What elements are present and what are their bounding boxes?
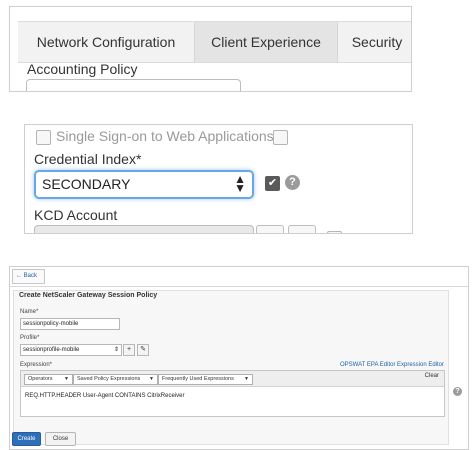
divider [10, 286, 468, 287]
kcd-edit-button[interactable] [288, 225, 316, 233]
tab-security[interactable]: Security [336, 22, 411, 62]
kcd-account-label: KCD Account [34, 207, 118, 223]
operators-dropdown[interactable]: Operators ▼ [24, 374, 73, 385]
sso-override-checkbox[interactable] [273, 130, 288, 145]
sso-checkbox[interactable] [36, 130, 51, 145]
tab-network-configuration[interactable]: Network Configuration [18, 22, 194, 62]
name-input[interactable]: sessionpolicy-mobile [20, 318, 120, 330]
saved-expressions-label: Saved Policy Expressions [77, 376, 141, 382]
help-icon[interactable]: ? [285, 175, 300, 190]
section-title: Create NetScaler Gateway Session Policy [19, 292, 158, 299]
help-icon[interactable]: ? [453, 387, 462, 396]
clear-button[interactable]: Clear [425, 373, 439, 379]
dropdown-arrow-icon: ▼ [64, 376, 69, 382]
credential-index-label: Credential Index* [34, 151, 142, 167]
sso-settings-panel: Single Sign-on to Web Applications Crede… [24, 124, 413, 234]
close-button[interactable]: Close [45, 432, 76, 446]
saved-policy-expressions-dropdown[interactable]: Saved Policy Expressions ▼ [73, 374, 158, 385]
profile-select[interactable]: sessionprofile-mobile ⇕ [20, 344, 122, 356]
operators-label: Operators [28, 376, 53, 382]
sso-label: Single Sign-on to Web Applications [56, 128, 274, 144]
edit-pencil-icon: ✎ [140, 346, 146, 353]
policy-tabs-panel: Network Configuration Client Experience … [9, 6, 412, 92]
select-arrows-icon: ▲ ▼ [234, 172, 246, 195]
frequently-used-expressions-dropdown[interactable]: Frequently Used Expressions ▼ [158, 374, 253, 385]
dropdown-arrow-icon: ▲ [226, 90, 234, 91]
tab-bar: Network Configuration Client Experience … [18, 21, 411, 63]
expression-editor: Operators ▼ Saved Policy Expressions ▼ Fre… [20, 370, 445, 417]
edit-profile-button[interactable]: ✎ [137, 344, 149, 356]
tab-client-experience[interactable]: Client Experience [194, 22, 338, 62]
accounting-policy-select[interactable]: ▲ [26, 79, 241, 91]
kcd-add-button[interactable] [256, 225, 284, 233]
dropdown-arrow-icon: ▼ [149, 376, 154, 382]
opswat-epa-editor-link[interactable]: OPSWAT EPA Editor [340, 362, 395, 368]
expression-toolbar: Operators ▼ Saved Policy Expressions ▼ Fre… [21, 371, 444, 387]
add-icon: + [126, 346, 132, 353]
expression-textarea[interactable]: REQ.HTTP.HEADER User-Agent CONTAINS Citr… [25, 393, 184, 399]
expression-label: Expression* [20, 362, 53, 368]
accounting-policy-label: Accounting Policy [27, 61, 138, 77]
kcd-checkbox[interactable] [327, 231, 342, 233]
profile-value: sessionprofile-mobile [23, 347, 80, 353]
kcd-account-select[interactable] [34, 225, 254, 233]
create-button[interactable]: Create [12, 432, 41, 446]
dropdown-arrow-icon: ▼ [244, 376, 249, 382]
frequent-expressions-label: Frequently Used Expressions [162, 376, 234, 382]
add-profile-button[interactable]: + [123, 344, 135, 356]
back-label: Back [23, 273, 38, 279]
credential-override-checkbox[interactable]: ✔ [265, 176, 280, 191]
back-arrow-icon: ← [16, 273, 22, 279]
back-button[interactable]: ← Back [12, 269, 45, 284]
expression-editor-link[interactable]: Expression Editor [397, 362, 444, 368]
create-session-policy-panel: ← Back Create NetScaler Gateway Session … [9, 266, 469, 450]
credential-index-value: SECONDARY [42, 176, 131, 192]
name-label: Name* [20, 309, 39, 315]
credential-index-select[interactable]: SECONDARY ▲ ▼ [34, 170, 254, 199]
profile-label: Profile* [20, 335, 40, 341]
select-arrows-icon: ⇕ [113, 347, 119, 353]
